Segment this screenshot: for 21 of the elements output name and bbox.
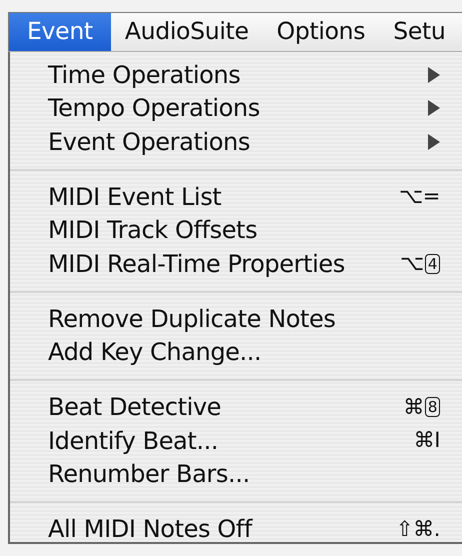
menu-item[interactable]: Identify Beat... [48,422,414,459]
menu-item[interactable]: Time Operations [48,56,428,93]
keyboard-shortcut: ⌥ 4 [400,248,440,280]
keyboard-shortcut: ⌘I [414,427,440,454]
menu-item[interactable]: Remove Duplicate Notes [48,300,442,337]
menu-title[interactable]: Options [262,13,380,51]
menu-title[interactable]: Setu [379,13,460,51]
keyboard-shortcut: ⌥= [398,183,440,210]
menu-item[interactable]: All MIDI Notes Off [48,511,396,548]
menu-item[interactable]: Renumber Bars... [48,456,442,492]
menu-item[interactable]: Add Key Change... [48,334,442,370]
menu-item[interactable]: MIDI Real-Time Properties [48,246,400,282]
menu-item[interactable]: MIDI Event List [48,178,399,215]
menu-title[interactable]: Event [9,13,111,51]
menu-title[interactable]: AudioSuite [110,13,263,51]
menu-item[interactable]: Tempo Operations [48,90,428,126]
keyboard-shortcut: ⇧⌘. [396,516,440,542]
menu-item[interactable]: Beat Detective [48,389,404,426]
menu-item[interactable]: MIDI Track Offsets [48,212,442,248]
menu-item[interactable]: Event Operations [48,124,428,160]
keyboard-shortcut: ⌘ 8 [403,392,440,423]
